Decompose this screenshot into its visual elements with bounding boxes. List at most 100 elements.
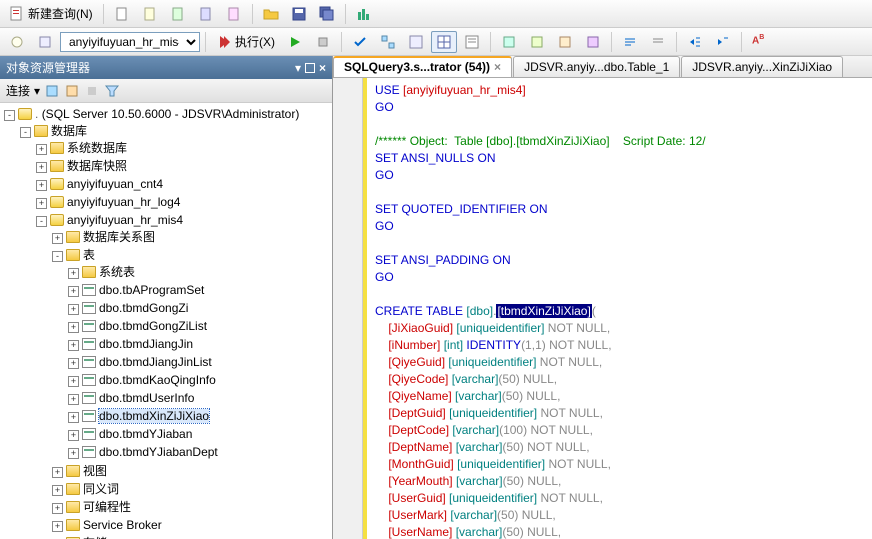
sql-code[interactable]: USE [anyiyifuyuan_hr_mis4] GO /****** Ob… [363, 78, 872, 539]
expand-icon[interactable]: + [68, 412, 79, 423]
close-icon[interactable]: × [319, 61, 326, 75]
tab-xinzi[interactable]: JDSVR.anyiy...XinZiJiXiao [681, 56, 843, 77]
panel-title-text: 对象资源管理器 [6, 59, 90, 76]
indent-button[interactable] [682, 31, 708, 53]
database-combo[interactable]: anyiyifuyuan_hr_mis4 [60, 32, 200, 52]
filter-icon[interactable] [64, 83, 80, 99]
expand-icon[interactable]: + [52, 485, 63, 496]
tb-g4[interactable] [580, 31, 606, 53]
close-tab-icon[interactable]: × [494, 60, 501, 74]
expand-icon[interactable]: + [68, 394, 79, 405]
expand-icon[interactable]: + [68, 358, 79, 369]
prog-node[interactable]: 可编程性 [83, 500, 131, 514]
object-tree[interactable]: -. (SQL Server 10.50.6000 - JDSVR\Admini… [0, 103, 332, 539]
snapshot-node[interactable]: 数据库快照 [67, 159, 127, 173]
expand-icon[interactable]: + [68, 286, 79, 297]
table-node[interactable]: dbo.tbAProgramSet [99, 283, 204, 297]
execute-button[interactable]: 执行(X) [211, 30, 280, 53]
expand-icon[interactable]: - [36, 216, 47, 227]
synonyms-node[interactable]: 同义词 [83, 482, 119, 496]
plan-button[interactable] [375, 31, 401, 53]
tb-btn-3[interactable] [165, 3, 191, 25]
table-icon [82, 428, 96, 440]
table-node[interactable]: dbo.tbmdJiangJin [99, 337, 193, 351]
expand-icon[interactable]: + [68, 430, 79, 441]
server-node[interactable]: (SQL Server 10.50.6000 - JDSVR\Administr… [42, 107, 300, 121]
editor-tabs: SQLQuery3.s...trator (54))× JDSVR.anyiy.… [333, 56, 872, 78]
uncomment-button[interactable] [645, 31, 671, 53]
tb-btn-4[interactable] [193, 3, 219, 25]
db-node[interactable]: anyiyifuyuan_hr_log4 [67, 195, 180, 209]
table-node[interactable]: dbo.tbmdGongZiList [99, 319, 207, 333]
activity-button[interactable] [351, 3, 377, 25]
databases-node[interactable]: 数据库 [51, 124, 87, 138]
comment-button[interactable] [617, 31, 643, 53]
tables-node[interactable]: 表 [83, 248, 95, 262]
table-node[interactable]: dbo.tbmdYJiabanDept [99, 445, 218, 459]
open-button[interactable] [258, 3, 284, 25]
expand-icon[interactable]: + [68, 304, 79, 315]
file-xml-icon [170, 6, 186, 22]
tb-g1[interactable] [496, 31, 522, 53]
expand-icon[interactable]: + [36, 180, 47, 191]
tab-sqlquery3[interactable]: SQLQuery3.s...trator (54))× [333, 56, 512, 77]
expand-icon[interactable]: + [68, 448, 79, 459]
connect-db-button[interactable] [4, 31, 30, 53]
sql-editor[interactable]: USE [anyiyifuyuan_hr_mis4] GO /****** Ob… [333, 78, 872, 539]
expand-icon[interactable]: + [68, 340, 79, 351]
table-node[interactable]: dbo.tbmdKaoQingInfo [99, 373, 216, 387]
table-node[interactable]: dbo.tbmdJiangJinList [99, 355, 212, 369]
table-node[interactable]: dbo.tbmdYJiaban [99, 427, 192, 441]
systables-node[interactable]: 系统表 [99, 265, 135, 279]
table-node[interactable]: dbo.tbmdUserInfo [99, 391, 194, 405]
stop-button[interactable] [310, 31, 336, 53]
tb-g2[interactable] [524, 31, 550, 53]
expand-icon[interactable]: - [52, 251, 63, 262]
expand-icon[interactable]: + [52, 503, 63, 514]
tb-g3[interactable] [552, 31, 578, 53]
options-button[interactable] [403, 31, 429, 53]
expand-icon[interactable]: + [52, 521, 63, 532]
tb-btn-5[interactable] [221, 3, 247, 25]
parse-button[interactable] [347, 31, 373, 53]
debug-button[interactable] [282, 31, 308, 53]
sysdb-node[interactable]: 系统数据库 [67, 141, 127, 155]
outdent-button[interactable] [710, 31, 736, 53]
expand-icon[interactable]: + [68, 268, 79, 279]
expand-icon[interactable]: - [20, 127, 31, 138]
ab-icon: AB [752, 34, 768, 50]
table-node-selected[interactable]: dbo.tbmdXinZiJiXiao [99, 409, 209, 423]
dropdown-icon[interactable]: ▾ [295, 61, 301, 75]
results-grid-button[interactable] [431, 31, 457, 53]
expand-icon[interactable]: + [52, 467, 63, 478]
results-text-button[interactable] [459, 31, 485, 53]
saveall-button[interactable] [314, 3, 340, 25]
expand-icon[interactable]: + [36, 198, 47, 209]
save-button[interactable] [286, 3, 312, 25]
change-conn-button[interactable] [32, 31, 58, 53]
connect-dropdown[interactable]: ▾ [34, 84, 40, 98]
stop2-icon[interactable] [84, 83, 100, 99]
tb-btn-1[interactable] [109, 3, 135, 25]
sb-node[interactable]: Service Broker [83, 518, 162, 532]
filter2-icon[interactable] [104, 83, 120, 99]
table-node[interactable]: dbo.tbmdGongZi [99, 301, 188, 315]
diagram-node[interactable]: 数据库关系图 [83, 230, 155, 244]
expand-icon[interactable]: - [4, 110, 15, 121]
expand-icon[interactable]: + [36, 162, 47, 173]
refresh-icon[interactable] [44, 83, 60, 99]
expand-icon[interactable]: + [68, 376, 79, 387]
pin-icon[interactable] [305, 63, 315, 73]
expand-icon[interactable]: + [36, 144, 47, 155]
views-node[interactable]: 视图 [83, 464, 107, 478]
expand-icon[interactable]: + [52, 233, 63, 244]
expand-icon[interactable]: + [68, 322, 79, 333]
stop-icon [315, 34, 331, 50]
intellisense-button[interactable]: AB [747, 31, 773, 53]
editor-panel: SQLQuery3.s...trator (54))× JDSVR.anyiy.… [333, 56, 872, 539]
db-node[interactable]: anyiyifuyuan_hr_mis4 [67, 213, 183, 227]
db-node[interactable]: anyiyifuyuan_cnt4 [67, 177, 163, 191]
new-query-button[interactable]: 新建查询(N) [4, 2, 98, 25]
tab-table1[interactable]: JDSVR.anyiy...dbo.Table_1 [513, 56, 680, 77]
tb-btn-2[interactable] [137, 3, 163, 25]
